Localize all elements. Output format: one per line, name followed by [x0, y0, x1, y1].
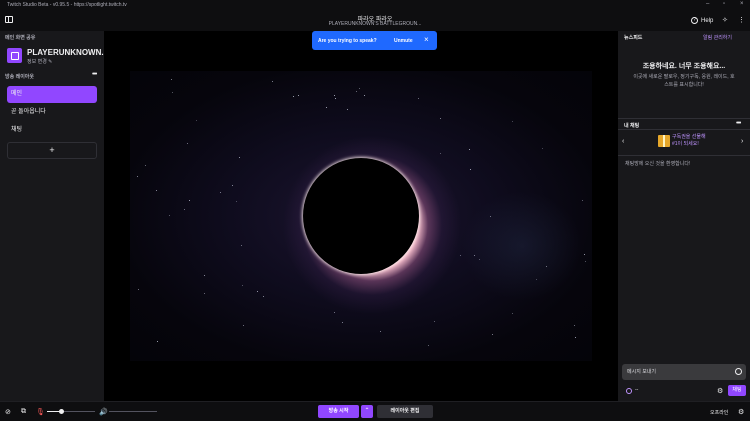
chat-title: 내 채팅	[624, 123, 640, 129]
sub-gift-line1: 구독권을 선물해	[672, 134, 706, 140]
bottom-bar: ⊘ ⧉ 🎙 🔊 방송 시작 ⌃ 레이아웃 편집 오프라인 ⚙	[0, 401, 750, 421]
star	[584, 260, 586, 262]
game-title[interactable]: PLAYERUNKNOWN'S BATTLEGROUN...	[0, 21, 750, 27]
eclipse-disc	[303, 158, 419, 274]
toast-close-icon[interactable]: ×	[424, 35, 429, 44]
add-layout-button[interactable]: +	[7, 142, 97, 159]
star	[186, 142, 188, 144]
left-sidebar: 메인 화면 공유 PLAYERUNKNOWN... 정보 변경 ✎ 방송 레이아…	[0, 31, 108, 401]
stream-preview	[104, 31, 618, 401]
app-header: 파라오 파라오 PLAYERUNKNOWN'S BATTLEGROUN... ?…	[0, 10, 750, 31]
star	[574, 337, 576, 339]
sub-gift-text[interactable]: 구독권을 선물해 #1이 되세요!	[672, 134, 706, 148]
maximize-icon[interactable]: ▫	[723, 1, 725, 7]
chat-input[interactable]: 메시지 보내기	[622, 364, 746, 380]
star	[439, 118, 441, 120]
screen-share-icon[interactable]: ⧉	[21, 408, 26, 416]
menu-dots-icon[interactable]: ⋮	[738, 16, 745, 24]
feed-empty-title: 조용하네요. 너무 조용해요...	[642, 63, 726, 70]
speaker-icon[interactable]: 🔊	[99, 408, 108, 416]
star	[358, 87, 360, 89]
star	[242, 324, 244, 326]
right-panel: 뉴스피드 알림 관리하기 조용하네요. 너무 조용해요... 이곳에 새로운 팔…	[618, 31, 750, 401]
help-label: Help	[701, 17, 714, 24]
star	[168, 215, 170, 217]
star	[417, 97, 419, 99]
window-title: Twitch Studio Beta - v0.95.5 - https://s…	[7, 2, 127, 8]
star	[511, 121, 513, 123]
unmute-button[interactable]: Unmute	[394, 38, 413, 44]
channel-avatar-icon	[7, 48, 22, 63]
title-bar: Twitch Studio Beta - v0.95.5 - https://s…	[0, 0, 750, 10]
twitch-studio-app: Twitch Studio Beta - v0.95.5 - https://s…	[0, 0, 750, 421]
star	[137, 288, 139, 290]
emote-icon[interactable]	[735, 368, 742, 375]
manage-alerts-link[interactable]: 알림 관리하기	[703, 34, 732, 41]
chevron-right-icon[interactable]: ›	[741, 138, 743, 145]
star	[188, 199, 190, 201]
edit-layout-button[interactable]: 레이아웃 편집	[377, 405, 433, 418]
channel-name: PLAYERUNKNOWN...	[27, 48, 109, 57]
chat-send-button[interactable]: 채팅	[728, 385, 746, 396]
minimize-icon[interactable]: –	[706, 1, 709, 7]
chat-welcome-message: 채팅방에 오신 것을 환영합니다!	[625, 161, 691, 167]
star	[333, 311, 335, 313]
chat-settings-icon[interactable]: ⚙	[717, 387, 723, 395]
layouts-section-title: 방송 레이아웃	[5, 74, 34, 80]
speaker-volume-slider[interactable]	[109, 411, 157, 412]
layout-item-chat[interactable]: 채팅	[7, 122, 97, 139]
layout-item-brb[interactable]: 곧 돌아옵니다	[7, 104, 97, 121]
go-live-button[interactable]: 방송 시작	[318, 405, 359, 418]
sub-gift-line2: #1이 되세요!	[672, 141, 699, 147]
go-live-options-button[interactable]: ⌃	[361, 405, 373, 418]
star	[535, 278, 537, 280]
star	[297, 94, 299, 96]
channel-change-link[interactable]: 정보 변경 ✎	[27, 58, 52, 65]
sub-gift-banner: ‹ 구독권을 선물해 #1이 되세요! ›	[618, 130, 750, 156]
unmute-toast: Are you trying to speak? Unmute ×	[312, 31, 437, 50]
chat-more-icon[interactable]: •••	[736, 120, 741, 127]
settings-icon[interactable]: ⚙	[738, 408, 744, 416]
toast-message: Are you trying to speak?	[318, 38, 377, 44]
newsfeed-title: 뉴스피드	[624, 35, 643, 41]
star	[341, 321, 343, 323]
chat-header: 내 채팅 •••	[618, 118, 750, 130]
mic-volume-slider[interactable]	[47, 409, 95, 414]
mic-volume-knob[interactable]	[59, 409, 65, 414]
help-icon: ?	[691, 17, 698, 24]
layout-item-main[interactable]: 메인	[7, 86, 97, 103]
help-button[interactable]: ? Help	[691, 17, 713, 24]
star	[156, 340, 158, 342]
layouts-more-icon[interactable]: •••	[92, 71, 97, 78]
sparkle-icon[interactable]: ✧	[722, 16, 728, 24]
share-section-title: 메인 화면 공유	[5, 35, 36, 41]
camera-off-icon[interactable]: ⊘	[5, 408, 11, 416]
star	[439, 153, 441, 155]
chevron-left-icon[interactable]: ‹	[622, 138, 624, 145]
feed-empty-description: 이곳에 새로운 팔로우, 정기구독, 응원, 레이드, 호스트를 표시합니다!	[633, 74, 735, 88]
chat-input-placeholder: 메시지 보내기	[627, 369, 656, 375]
stream-status: 오프라인	[710, 410, 729, 416]
bits-value: --	[635, 387, 639, 393]
gift-icon	[658, 135, 670, 147]
bits-icon[interactable]	[626, 388, 632, 394]
star	[241, 284, 243, 286]
close-window-icon[interactable]: ×	[740, 1, 744, 7]
mic-muted-icon[interactable]: 🎙	[36, 408, 45, 416]
